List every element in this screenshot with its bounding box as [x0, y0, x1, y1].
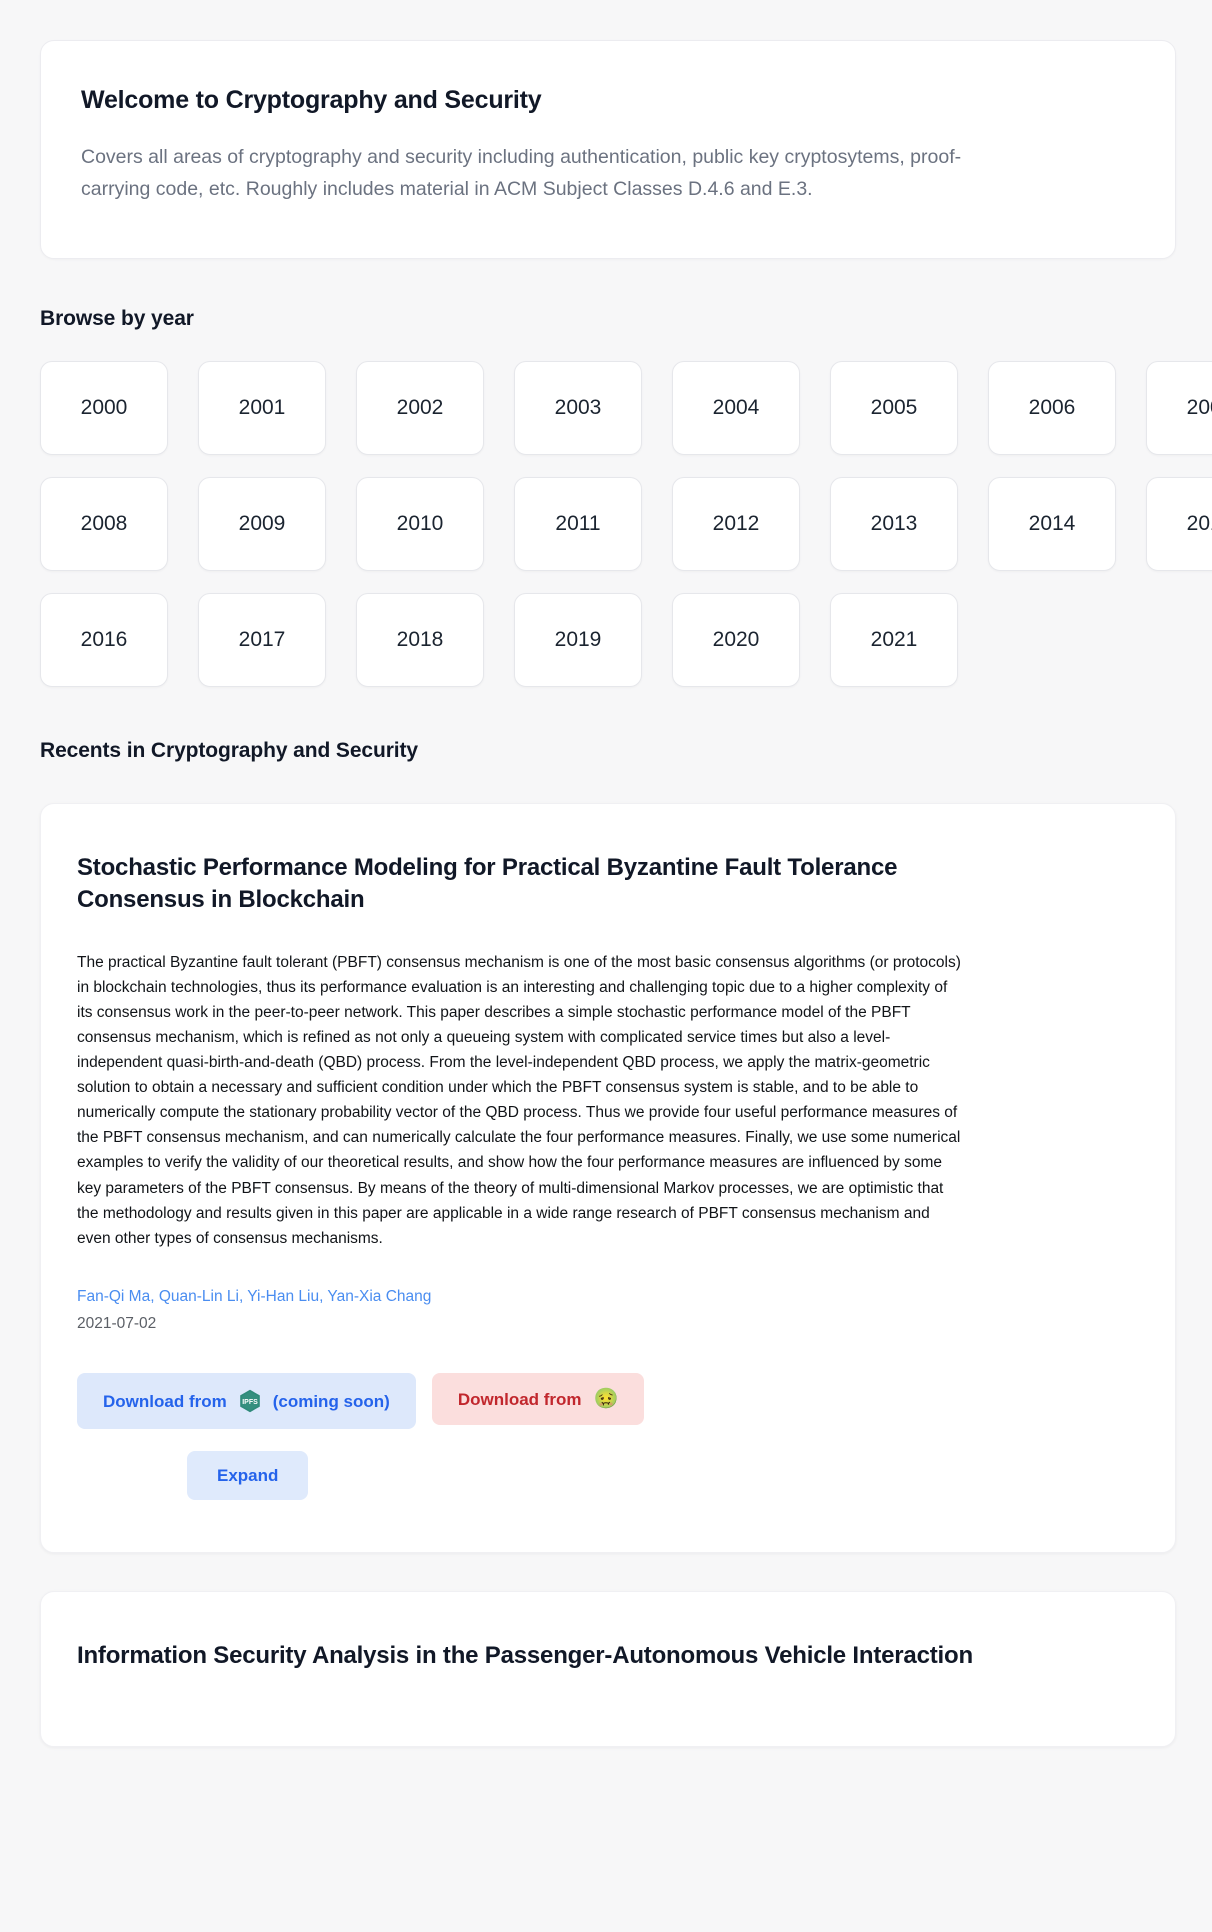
paper-card: Stochastic Performance Modeling for Prac… [40, 802, 1176, 1554]
svg-text:IPFS: IPFS [242, 1399, 258, 1406]
year-button-2006[interactable]: 2006 [988, 360, 1116, 455]
year-button-2011[interactable]: 2011 [514, 476, 642, 571]
paper-authors[interactable]: Fan-Qi Ma, Quan-Lin Li, Yi-Han Liu, Yan-… [77, 1285, 1135, 1308]
year-button-2000[interactable]: 2000 [40, 360, 168, 455]
year-button-2012[interactable]: 2012 [672, 476, 800, 571]
expand-row: Expand [187, 1451, 1135, 1501]
bottom-spacer [0, 1747, 1212, 1787]
browse-by-year-heading: Browse by year [40, 306, 194, 330]
year-button-2016[interactable]: 2016 [40, 592, 168, 687]
page-title: Welcome to Cryptography and Security [81, 86, 542, 114]
ipfs-logo-icon: IPFS [239, 1389, 261, 1413]
year-button-2007[interactable]: 2007 [1146, 360, 1212, 455]
year-button-2019[interactable]: 2019 [514, 592, 642, 687]
paper-title: Information Security Analysis in the Pas… [77, 1642, 973, 1670]
year-button-2010[interactable]: 2010 [356, 476, 484, 571]
year-button-2015[interactable]: 2015 [1146, 476, 1212, 571]
download-from-scihub-button[interactable]: Download from 🤢 [431, 1373, 645, 1426]
download-from-ipfs-button[interactable]: Download from IPFS (coming soon) [77, 1373, 416, 1430]
year-button-2013[interactable]: 2013 [830, 476, 958, 571]
year-button-2020[interactable]: 2020 [672, 592, 800, 687]
year-button-2008[interactable]: 2008 [40, 476, 168, 571]
year-button-2001[interactable]: 2001 [198, 360, 326, 455]
ipfs-button-label-prefix: Download from [103, 1391, 227, 1411]
paper-actions: Download from IPFS (coming soon) Downloa… [77, 1373, 1135, 1430]
recents-heading: Recents in Cryptography and Security [40, 738, 418, 762]
nauseated-face-icon: 🤢 [593, 1388, 619, 1411]
paper-abstract: The practical Byzantine fault tolerant (… [77, 953, 961, 1247]
paper-title: Stochastic Performance Modeling for Prac… [77, 853, 898, 913]
year-button-2021[interactable]: 2021 [830, 592, 958, 687]
page-root: Welcome to Cryptography and Security Cov… [0, 40, 1212, 1787]
year-button-2009[interactable]: 2009 [198, 476, 326, 571]
year-grid: 2000 2001 2002 2003 2004 2005 2006 2007 2008 2009… [40, 360, 1212, 687]
year-button-2014[interactable]: 2014 [988, 476, 1116, 571]
year-button-2004[interactable]: 2004 [672, 360, 800, 455]
year-button-2005[interactable]: 2005 [830, 360, 958, 455]
ipfs-button-label-suffix: (coming soon) [272, 1391, 390, 1411]
welcome-card: Welcome to Cryptography and Security Cov… [40, 40, 1176, 259]
year-button-2003[interactable]: 2003 [514, 360, 642, 455]
year-button-2002[interactable]: 2002 [356, 360, 484, 455]
paper-card: Information Security Analysis in the Pas… [40, 1591, 1176, 1748]
paper-date: 2021-07-02 [77, 1315, 157, 1333]
year-button-2017[interactable]: 2017 [198, 592, 326, 687]
welcome-description: Covers all areas of cryptography and sec… [81, 146, 962, 201]
expand-button[interactable]: Expand [187, 1451, 309, 1501]
scihub-button-label: Download from [457, 1389, 582, 1409]
year-button-2018[interactable]: 2018 [356, 592, 484, 687]
